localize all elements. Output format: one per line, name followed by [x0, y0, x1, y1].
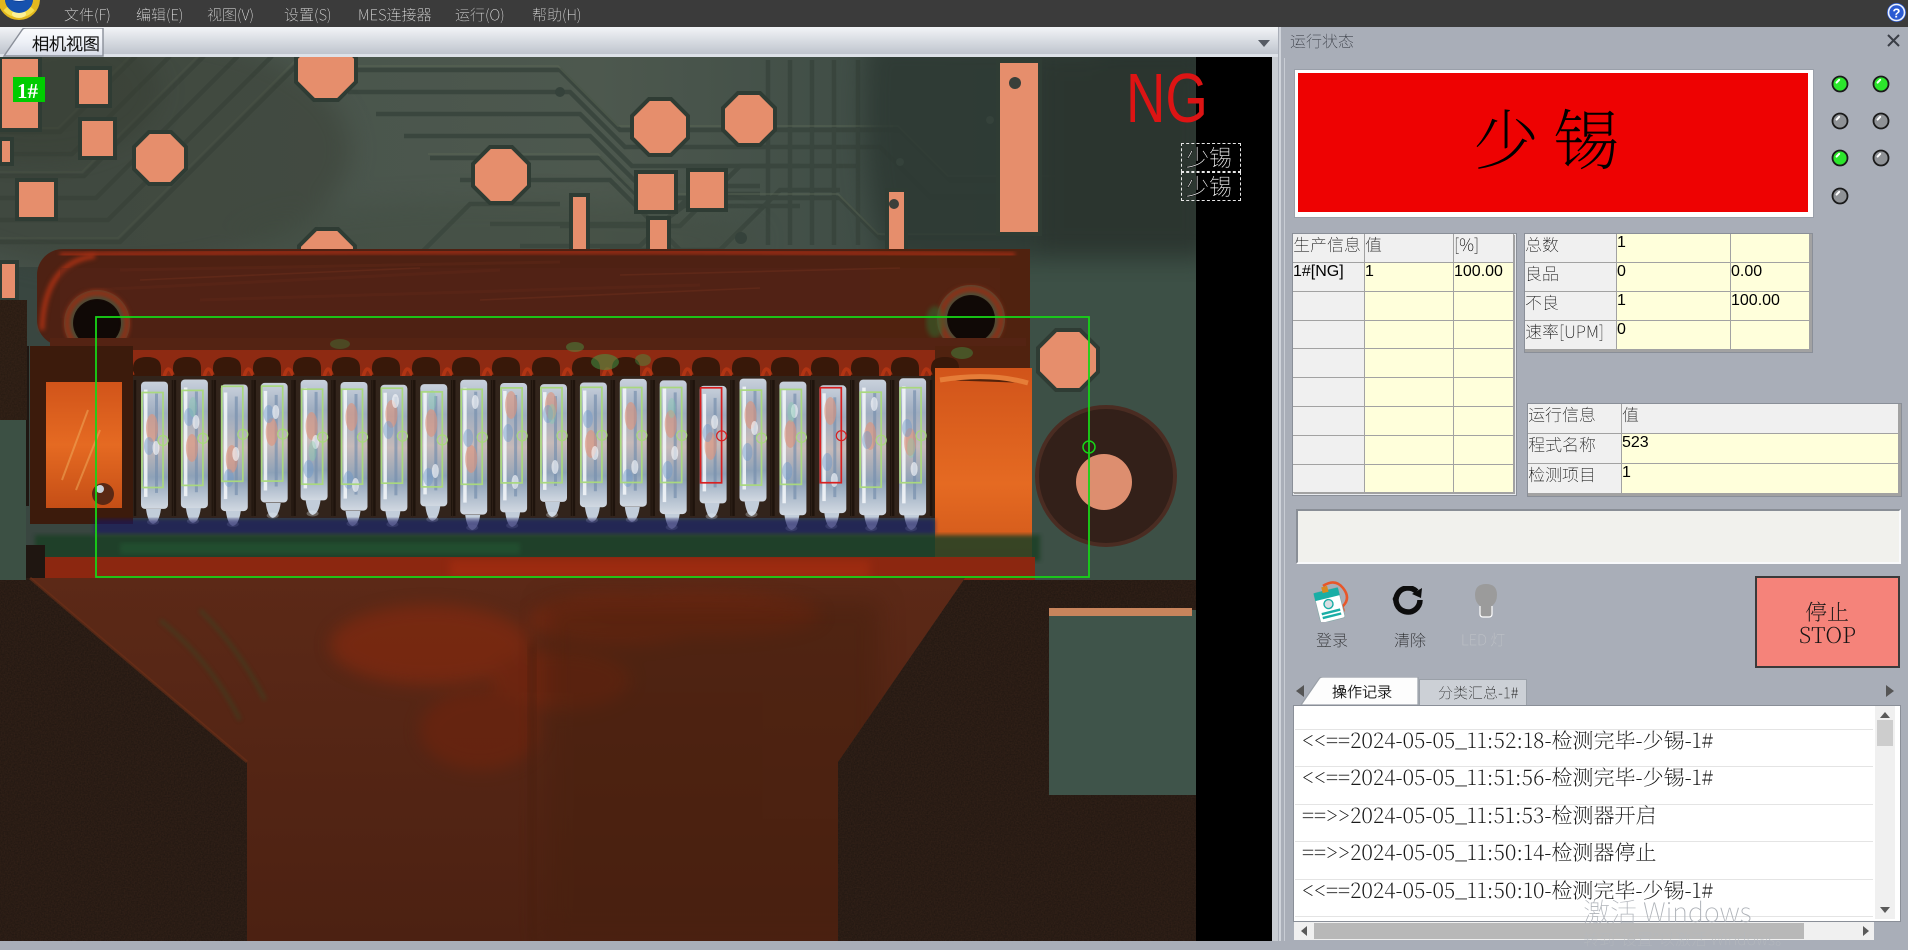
svg-text:?: ? — [1893, 6, 1901, 21]
